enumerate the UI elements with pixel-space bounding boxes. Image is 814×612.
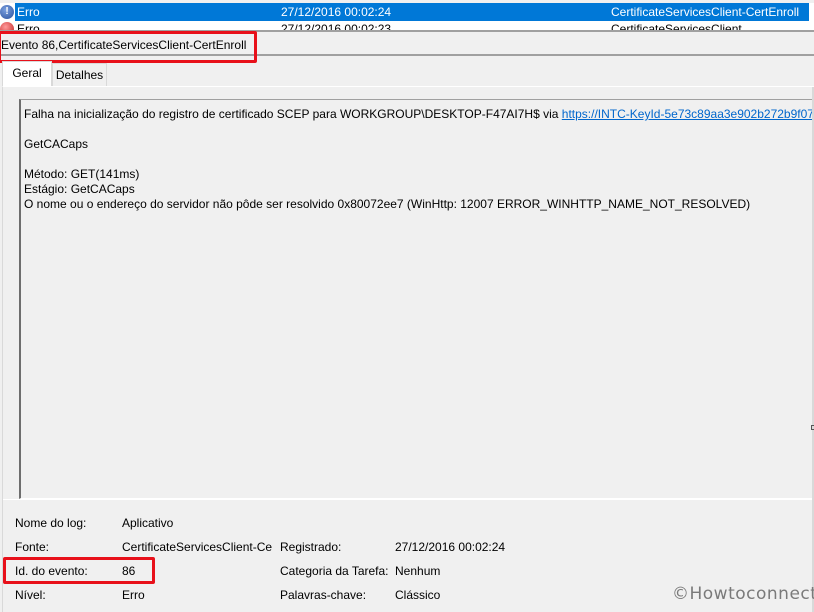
message-line-3: Método: GET(141ms) — [24, 167, 140, 181]
error-icon — [0, 22, 14, 30]
event-datetime: 27/12/2016 00:02:24 — [281, 5, 392, 19]
tab-geral[interactable]: Geral — [2, 61, 52, 86]
event-row[interactable]: Erro 27/12/2016 00:02:23 CertificateServ… — [0, 21, 814, 30]
message-line-1: Falha na inicialização do registro de ce… — [24, 107, 814, 121]
event-id-label: Id. do evento: — [15, 564, 88, 578]
source-value: CertificateServicesClient-Cer — [122, 540, 272, 554]
event-row-selected[interactable]: ! Erro 27/12/2016 00:02:24 CertificateSe… — [0, 3, 814, 21]
log-name-label: Nome do log: — [15, 516, 87, 530]
keywords-label: Palavras-chave: — [280, 588, 367, 602]
event-level: Erro — [17, 5, 40, 19]
event-datetime: 27/12/2016 00:02:23 — [281, 22, 392, 30]
watermark: ©Howtoconnect — [672, 584, 814, 604]
logged-label: Registrado: — [280, 540, 342, 554]
level-value: Erro — [122, 588, 145, 602]
event-id-value: 86 — [122, 564, 136, 578]
task-category-label: Categoria da Tarefa: — [280, 564, 389, 578]
logged-value: 27/12/2016 00:02:24 — [395, 540, 506, 554]
event-level: Erro — [17, 22, 40, 30]
divider — [3, 499, 814, 500]
message-text: Falha na inicialização do registro de ce… — [24, 107, 562, 121]
scep-url-link[interactable]: https://INTC-KeyId-5e73c89aa3e902b272b9f… — [562, 107, 814, 121]
keywords-value: Clássico — [395, 588, 441, 602]
general-panel: Falha na inicialização do registro de ce… — [2, 86, 814, 612]
level-label: Nível: — [15, 588, 46, 602]
log-name-value: Aplicativo — [122, 516, 174, 530]
event-source: CertificateServicesClient-CertEnroll — [611, 5, 800, 19]
event-message-box[interactable]: Falha na inicialização do registro de ce… — [19, 99, 814, 499]
tab-bar: Detalhes Geral — [0, 60, 814, 86]
event-header: Evento 86,CertificateServicesClient-Cert… — [0, 32, 814, 56]
message-line-5: O nome ou o endereço do servidor não pôd… — [24, 197, 751, 211]
event-title: Evento 86,CertificateServicesClient-Cert… — [1, 38, 247, 52]
message-line-4: Estágio: GetCACaps — [24, 182, 135, 196]
event-source: CertificateServicesClient — [611, 22, 742, 30]
message-line-2: GetCACaps — [24, 137, 89, 151]
source-label: Fonte: — [15, 540, 50, 554]
info-error-icon: ! — [0, 5, 14, 19]
task-category-value: Nenhum — [395, 564, 441, 578]
tab-detalhes[interactable]: Detalhes — [52, 63, 107, 86]
